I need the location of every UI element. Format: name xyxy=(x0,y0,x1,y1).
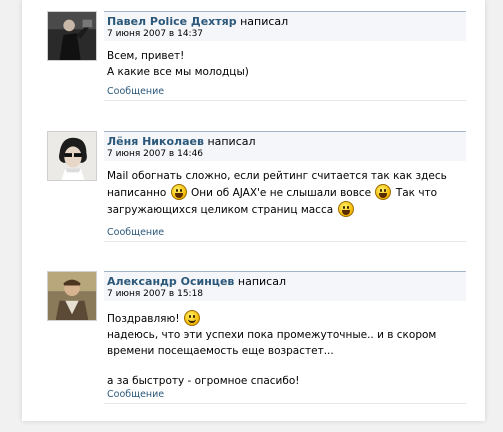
comment-line: Поздравляю! xyxy=(107,310,465,327)
comment-line: времени посещаемость еще возрастет... xyxy=(107,345,334,357)
author-verb: написал xyxy=(237,275,286,288)
comment-line: а за быстроту - огромное спасибо! xyxy=(107,375,300,387)
smiley-smile-icon xyxy=(183,310,200,326)
author-name-link[interactable]: Александр Осинцев xyxy=(107,275,234,288)
divider xyxy=(104,100,466,101)
smiley-grin-icon xyxy=(170,184,187,200)
comment-line: написанно Они об AJAX'е не слышали вовсе… xyxy=(107,184,465,201)
author-name-link[interactable]: Павел Police Дехтяр xyxy=(107,15,237,28)
comment-fragment: Так что xyxy=(395,187,438,199)
comment-line: А какие все мы молодцы) xyxy=(107,66,249,78)
comment-line: загружающихся целиком страниц масса xyxy=(107,201,465,218)
divider xyxy=(104,403,466,404)
avatar[interactable] xyxy=(47,11,97,61)
message-link[interactable]: Сообщение xyxy=(107,86,164,97)
comment-author-line: Павел Police Дехтяр написал xyxy=(107,15,288,28)
comment-fragment: загружающихся целиком страниц масса xyxy=(107,204,334,216)
comment-header: Павел Police Дехтяр написал 7 июня 2007 … xyxy=(104,11,466,41)
comments-panel: Павел Police Дехтяр написал 7 июня 2007 … xyxy=(22,0,485,421)
avatar-photo xyxy=(48,12,96,60)
comment-fragment: Поздравляю! xyxy=(107,313,180,325)
comment-author-line: Александр Осинцев написал xyxy=(107,275,286,288)
comment-line: Всем, привет! xyxy=(107,50,185,62)
comment-line: Mail обогнать сложно, если рейтинг счита… xyxy=(107,170,447,182)
author-name-link[interactable]: Лёня Николаев xyxy=(107,135,204,148)
message-link[interactable]: Сообщение xyxy=(107,389,164,400)
comment-fragment: написанно xyxy=(107,187,167,199)
comment-author-line: Лёня Николаев написал xyxy=(107,135,256,148)
comment-text: Mail обогнать сложно, если рейтинг счита… xyxy=(107,168,465,218)
avatar[interactable] xyxy=(47,271,97,321)
message-link[interactable]: Сообщение xyxy=(107,227,164,238)
avatar-photo xyxy=(48,132,96,180)
divider xyxy=(104,241,466,242)
avatar-photo xyxy=(48,272,96,320)
author-verb: написал xyxy=(240,15,289,28)
comment-header: Александр Осинцев написал 7 июня 2007 в … xyxy=(104,271,466,301)
avatar[interactable] xyxy=(47,131,97,181)
comment-date: 7 июня 2007 в 14:46 xyxy=(107,149,204,159)
comment-date: 7 июня 2007 в 14:37 xyxy=(107,29,204,39)
comment-text: Всем, привет! А какие все мы молодцы) xyxy=(107,48,465,80)
author-verb: написал xyxy=(207,135,256,148)
smiley-grin-icon xyxy=(337,201,354,217)
comment-text: Поздравляю! надеюсь, что эти успехи пока… xyxy=(107,310,465,389)
comment-fragment: Они об AJAX'е не слышали вовсе xyxy=(191,187,372,199)
comment-date: 7 июня 2007 в 15:18 xyxy=(107,289,204,299)
comment-header: Лёня Николаев написал 7 июня 2007 в 14:4… xyxy=(104,131,466,161)
comment-line: надеюсь, что эти успехи пока промежуточн… xyxy=(107,329,437,341)
smiley-grin-icon xyxy=(375,184,392,200)
